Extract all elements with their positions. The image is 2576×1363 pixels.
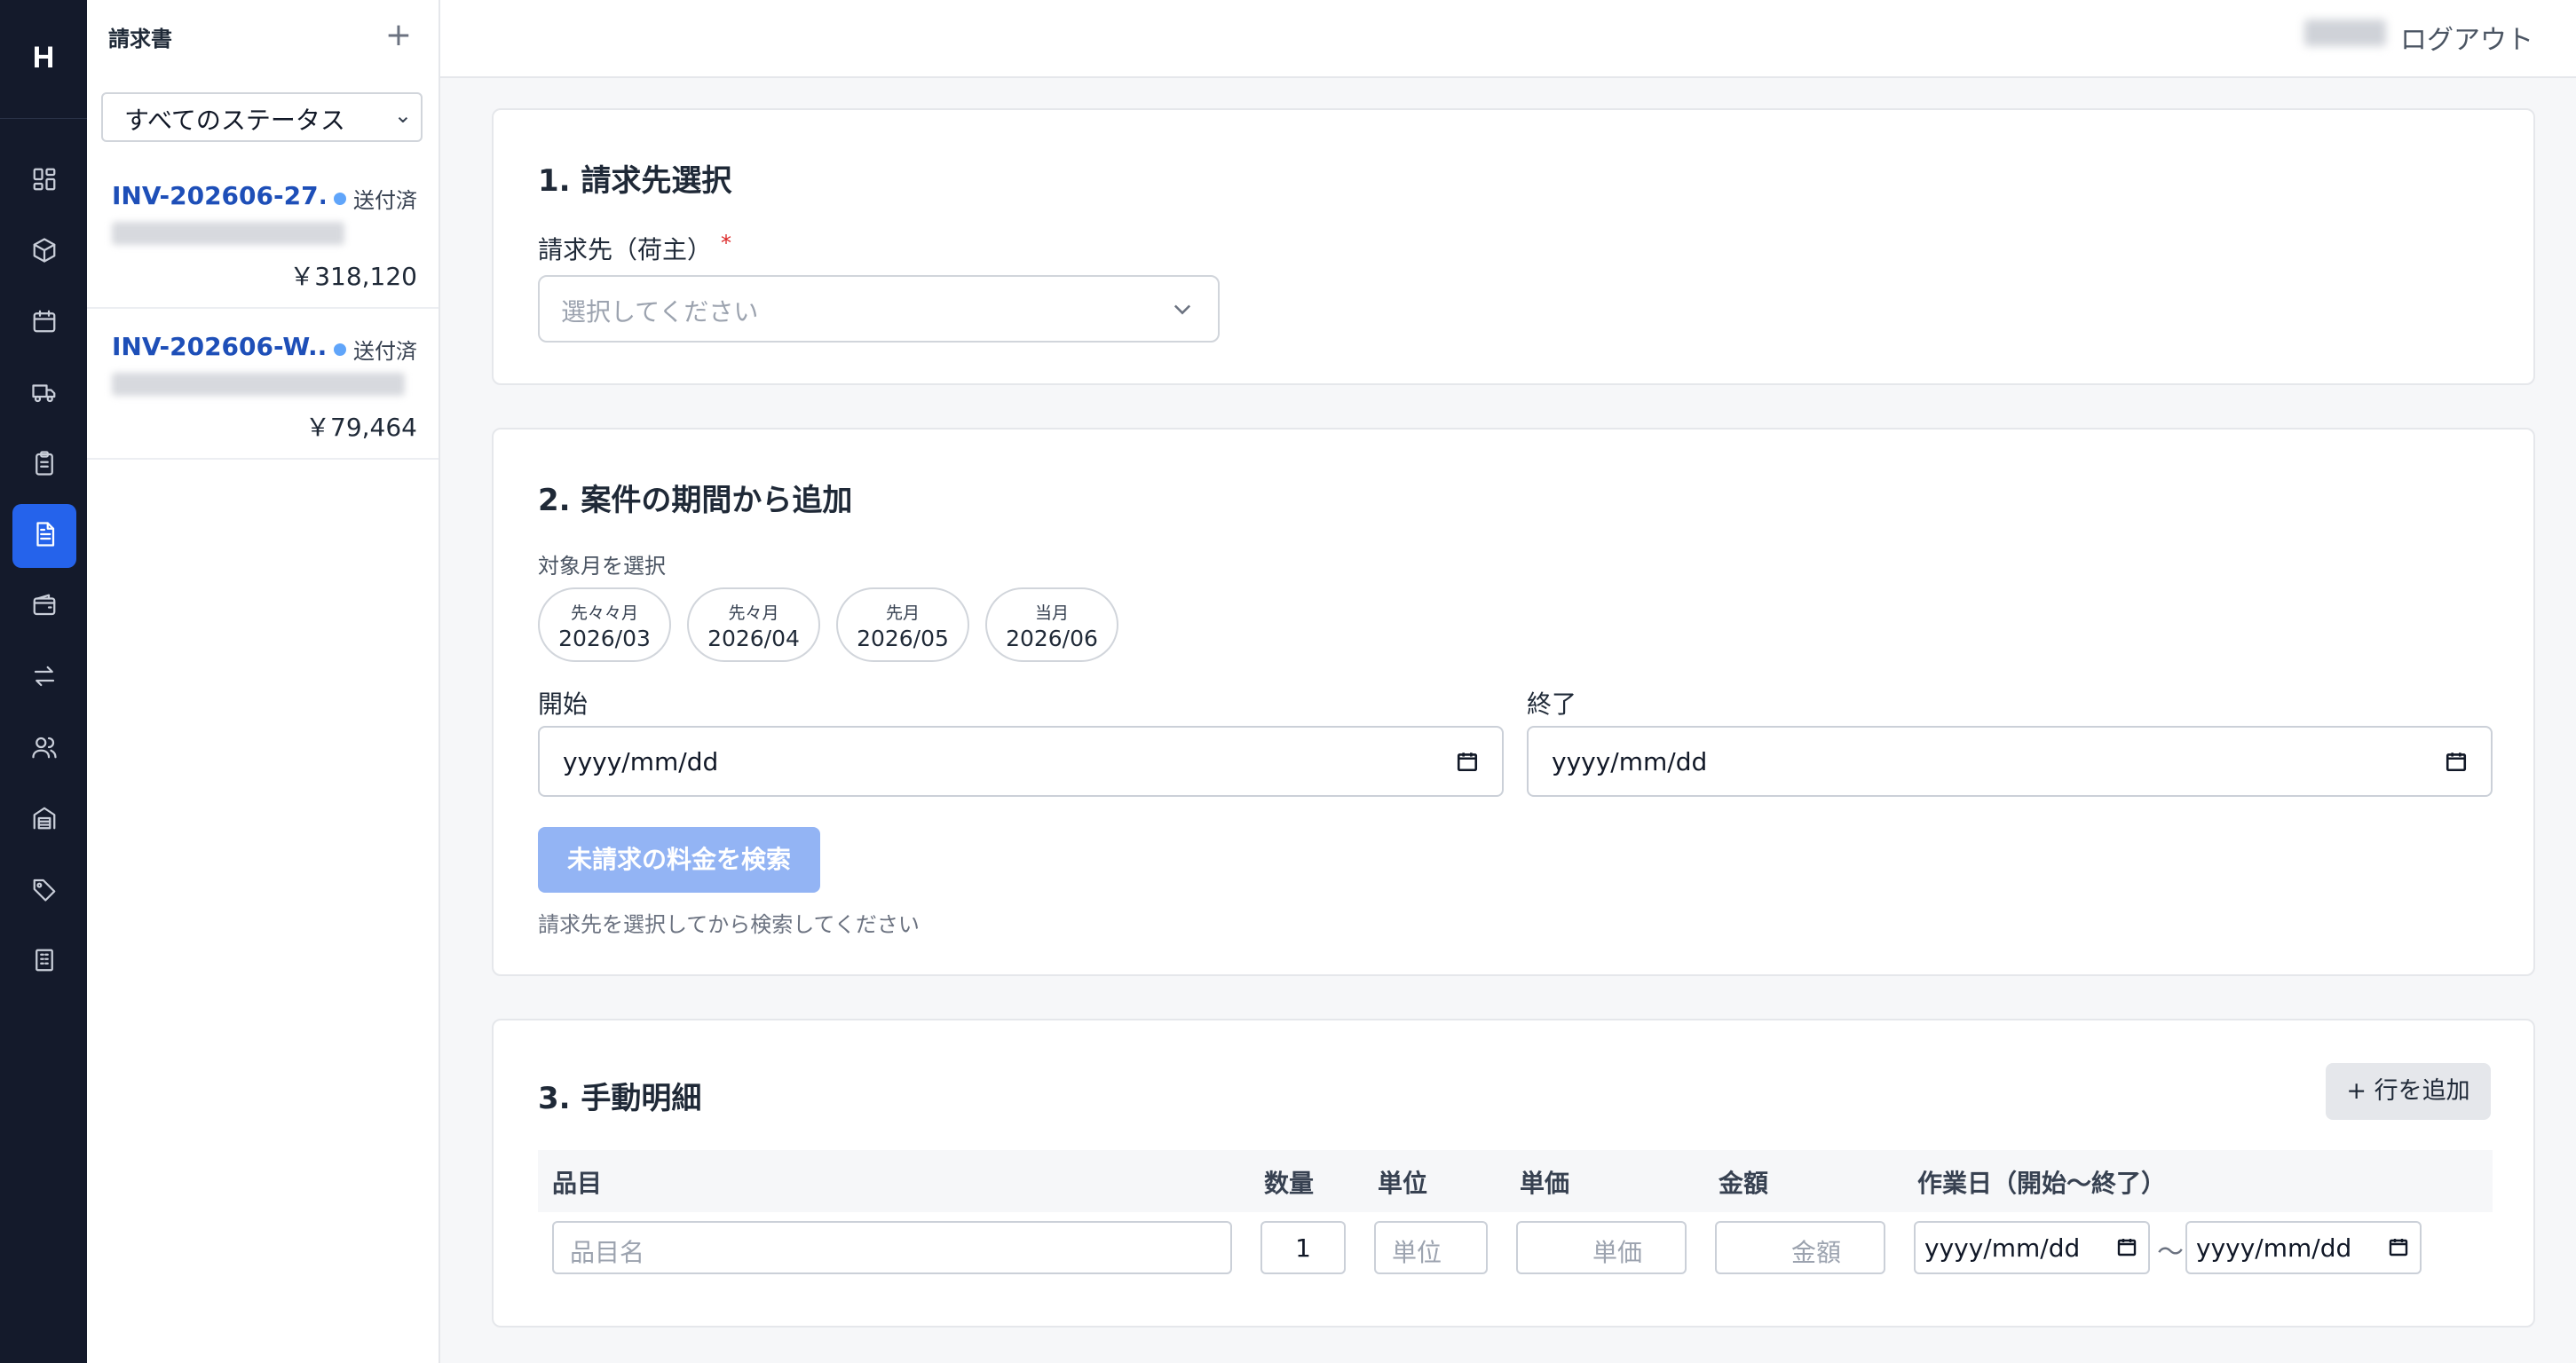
customer-select-card: 1. 請求先選択 請求先（荷主） * 選択してください — [492, 108, 2535, 385]
calendar-icon[interactable] — [2116, 1235, 2137, 1258]
search-hint: 請求先を選択してから検索してください — [538, 912, 920, 937]
nav-tags[interactable] — [12, 859, 76, 923]
column-header: 単位 — [1378, 1169, 1428, 1198]
invoice-amount: ￥79,464 — [305, 413, 417, 442]
invoice-amount: ￥318,120 — [289, 262, 417, 291]
end-date-input[interactable]: yyyy/mm/dd — [1527, 726, 2493, 797]
transfer-icon — [31, 663, 58, 693]
customer-select-placeholder: 選択してください — [561, 297, 759, 327]
add-invoice-button[interactable]: + — [385, 16, 412, 55]
column-header: 作業日（開始〜終了） — [1917, 1169, 2167, 1198]
nav-dashboard[interactable] — [12, 149, 76, 213]
work-start-date-input[interactable]: yyyy/mm/dd — [1914, 1221, 2150, 1274]
column-header: 数量 — [1264, 1169, 1315, 1198]
box-icon — [31, 237, 58, 267]
list-header: 請求書 + — [87, 0, 439, 76]
unit-price-input[interactable]: 単価 — [1516, 1221, 1687, 1274]
required-mark: * — [721, 231, 732, 256]
logout-link[interactable]: ログアウト — [2400, 18, 2533, 57]
date-range-separator: 〜 — [2157, 1237, 2184, 1268]
app-logo[interactable]: H — [0, 27, 87, 89]
invoice-icon — [31, 521, 58, 551]
nav-transfers[interactable] — [12, 646, 76, 710]
status-filter-select[interactable]: すべてのステータス ⌄ — [101, 92, 423, 142]
month-pill[interactable]: 当月 2026/06 — [985, 587, 1118, 662]
clipboard-icon — [31, 450, 58, 480]
month-pill[interactable]: 先々月 2026/04 — [687, 587, 820, 662]
section-title: 1. 請求先選択 — [538, 163, 732, 199]
invoice-list-item[interactable]: INV-202606-27... 送付済 ￥318,120 — [87, 158, 439, 309]
invoice-list-item[interactable]: INV-202606-W... 送付済 ￥79,464 — [87, 309, 439, 460]
end-date-label: 終了 — [1527, 689, 1577, 719]
status-dot-icon — [334, 343, 346, 356]
section-title: 3. 手動明細 — [538, 1081, 702, 1116]
calendar-icon[interactable] — [2388, 1235, 2409, 1258]
search-unbilled-button[interactable]: 未請求の料金を検索 — [538, 827, 820, 893]
truck-icon — [31, 379, 58, 409]
nav-companies[interactable] — [12, 930, 76, 994]
rail-divider — [0, 118, 87, 119]
month-pill[interactable]: 先月 2026/05 — [836, 587, 969, 662]
calendar-icon[interactable] — [1456, 749, 1479, 774]
column-header: 品目 — [552, 1169, 603, 1198]
nav-warehouses[interactable] — [12, 788, 76, 852]
list-title: 請求書 — [108, 27, 172, 51]
work-end-date-input[interactable]: yyyy/mm/dd — [2185, 1221, 2422, 1274]
wallet-icon — [31, 592, 58, 622]
chevron-down-icon: ⌄ — [393, 103, 412, 128]
section-title: 2. 案件の期間から追加 — [538, 483, 853, 518]
invoice-number: INV-202606-27... — [112, 181, 325, 210]
add-row-button[interactable]: + 行を追加 — [2326, 1063, 2491, 1120]
table-header: 品目 数量 単位 単価 金額 作業日（開始〜終了） — [538, 1150, 2493, 1212]
chevron-down-icon — [1170, 296, 1195, 321]
dashboard-icon — [31, 166, 58, 196]
status-filter-value: すべてのステータス — [124, 106, 345, 135]
quantity-input[interactable]: 1 — [1260, 1221, 1346, 1274]
start-date-input[interactable]: yyyy/mm/dd — [538, 726, 1504, 797]
top-bar: ログアウト — [440, 0, 2576, 78]
nav-delivery[interactable] — [12, 362, 76, 426]
invoice-list-panel: 請求書 + すべてのステータス ⌄ INV-202606-27... 送付済 ￥… — [87, 0, 440, 1363]
tag-icon — [31, 876, 58, 906]
nav-calendar[interactable] — [12, 291, 76, 355]
user-name-redacted — [2304, 20, 2386, 46]
manual-items-card: 3. 手動明細 + 行を追加 品目 数量 単位 単価 金額 作業日（開始〜終了）… — [492, 1019, 2535, 1328]
period-search-card: 2. 案件の期間から追加 対象月を選択 先々々月 2026/03 先々月 2026/… — [492, 428, 2535, 976]
nav-payments[interactable] — [12, 575, 76, 639]
nav-users[interactable] — [12, 717, 76, 781]
month-select-label: 対象月を選択 — [538, 554, 666, 579]
start-date-label: 開始 — [538, 689, 589, 719]
column-header: 単価 — [1520, 1169, 1570, 1198]
customer-name-redacted — [112, 222, 344, 245]
month-pill[interactable]: 先々々月 2026/03 — [538, 587, 671, 662]
warehouse-icon — [31, 805, 58, 835]
status-badge: 送付済 — [334, 183, 417, 214]
calendar-icon[interactable] — [2445, 749, 2468, 774]
status-dot-icon — [334, 192, 346, 205]
column-header: 金額 — [1719, 1169, 1769, 1198]
item-name-input[interactable]: 品目名 — [552, 1221, 1232, 1274]
customer-select[interactable]: 選択してください — [538, 275, 1220, 343]
amount-input[interactable]: 金額 — [1715, 1221, 1885, 1274]
customer-name-redacted — [112, 373, 405, 396]
nav-invoices[interactable] — [12, 504, 76, 568]
unit-input[interactable]: 単位 — [1374, 1221, 1488, 1274]
nav-products[interactable] — [12, 220, 76, 284]
status-badge: 送付済 — [334, 334, 417, 365]
nav-tasks[interactable] — [12, 433, 76, 497]
users-icon — [31, 734, 58, 764]
building-icon — [31, 947, 58, 977]
invoice-number: INV-202606-W... — [112, 332, 325, 361]
calendar-icon — [31, 308, 58, 338]
customer-field-label: 請求先（荷主） * — [538, 231, 732, 264]
icon-rail: H — [0, 0, 87, 1363]
